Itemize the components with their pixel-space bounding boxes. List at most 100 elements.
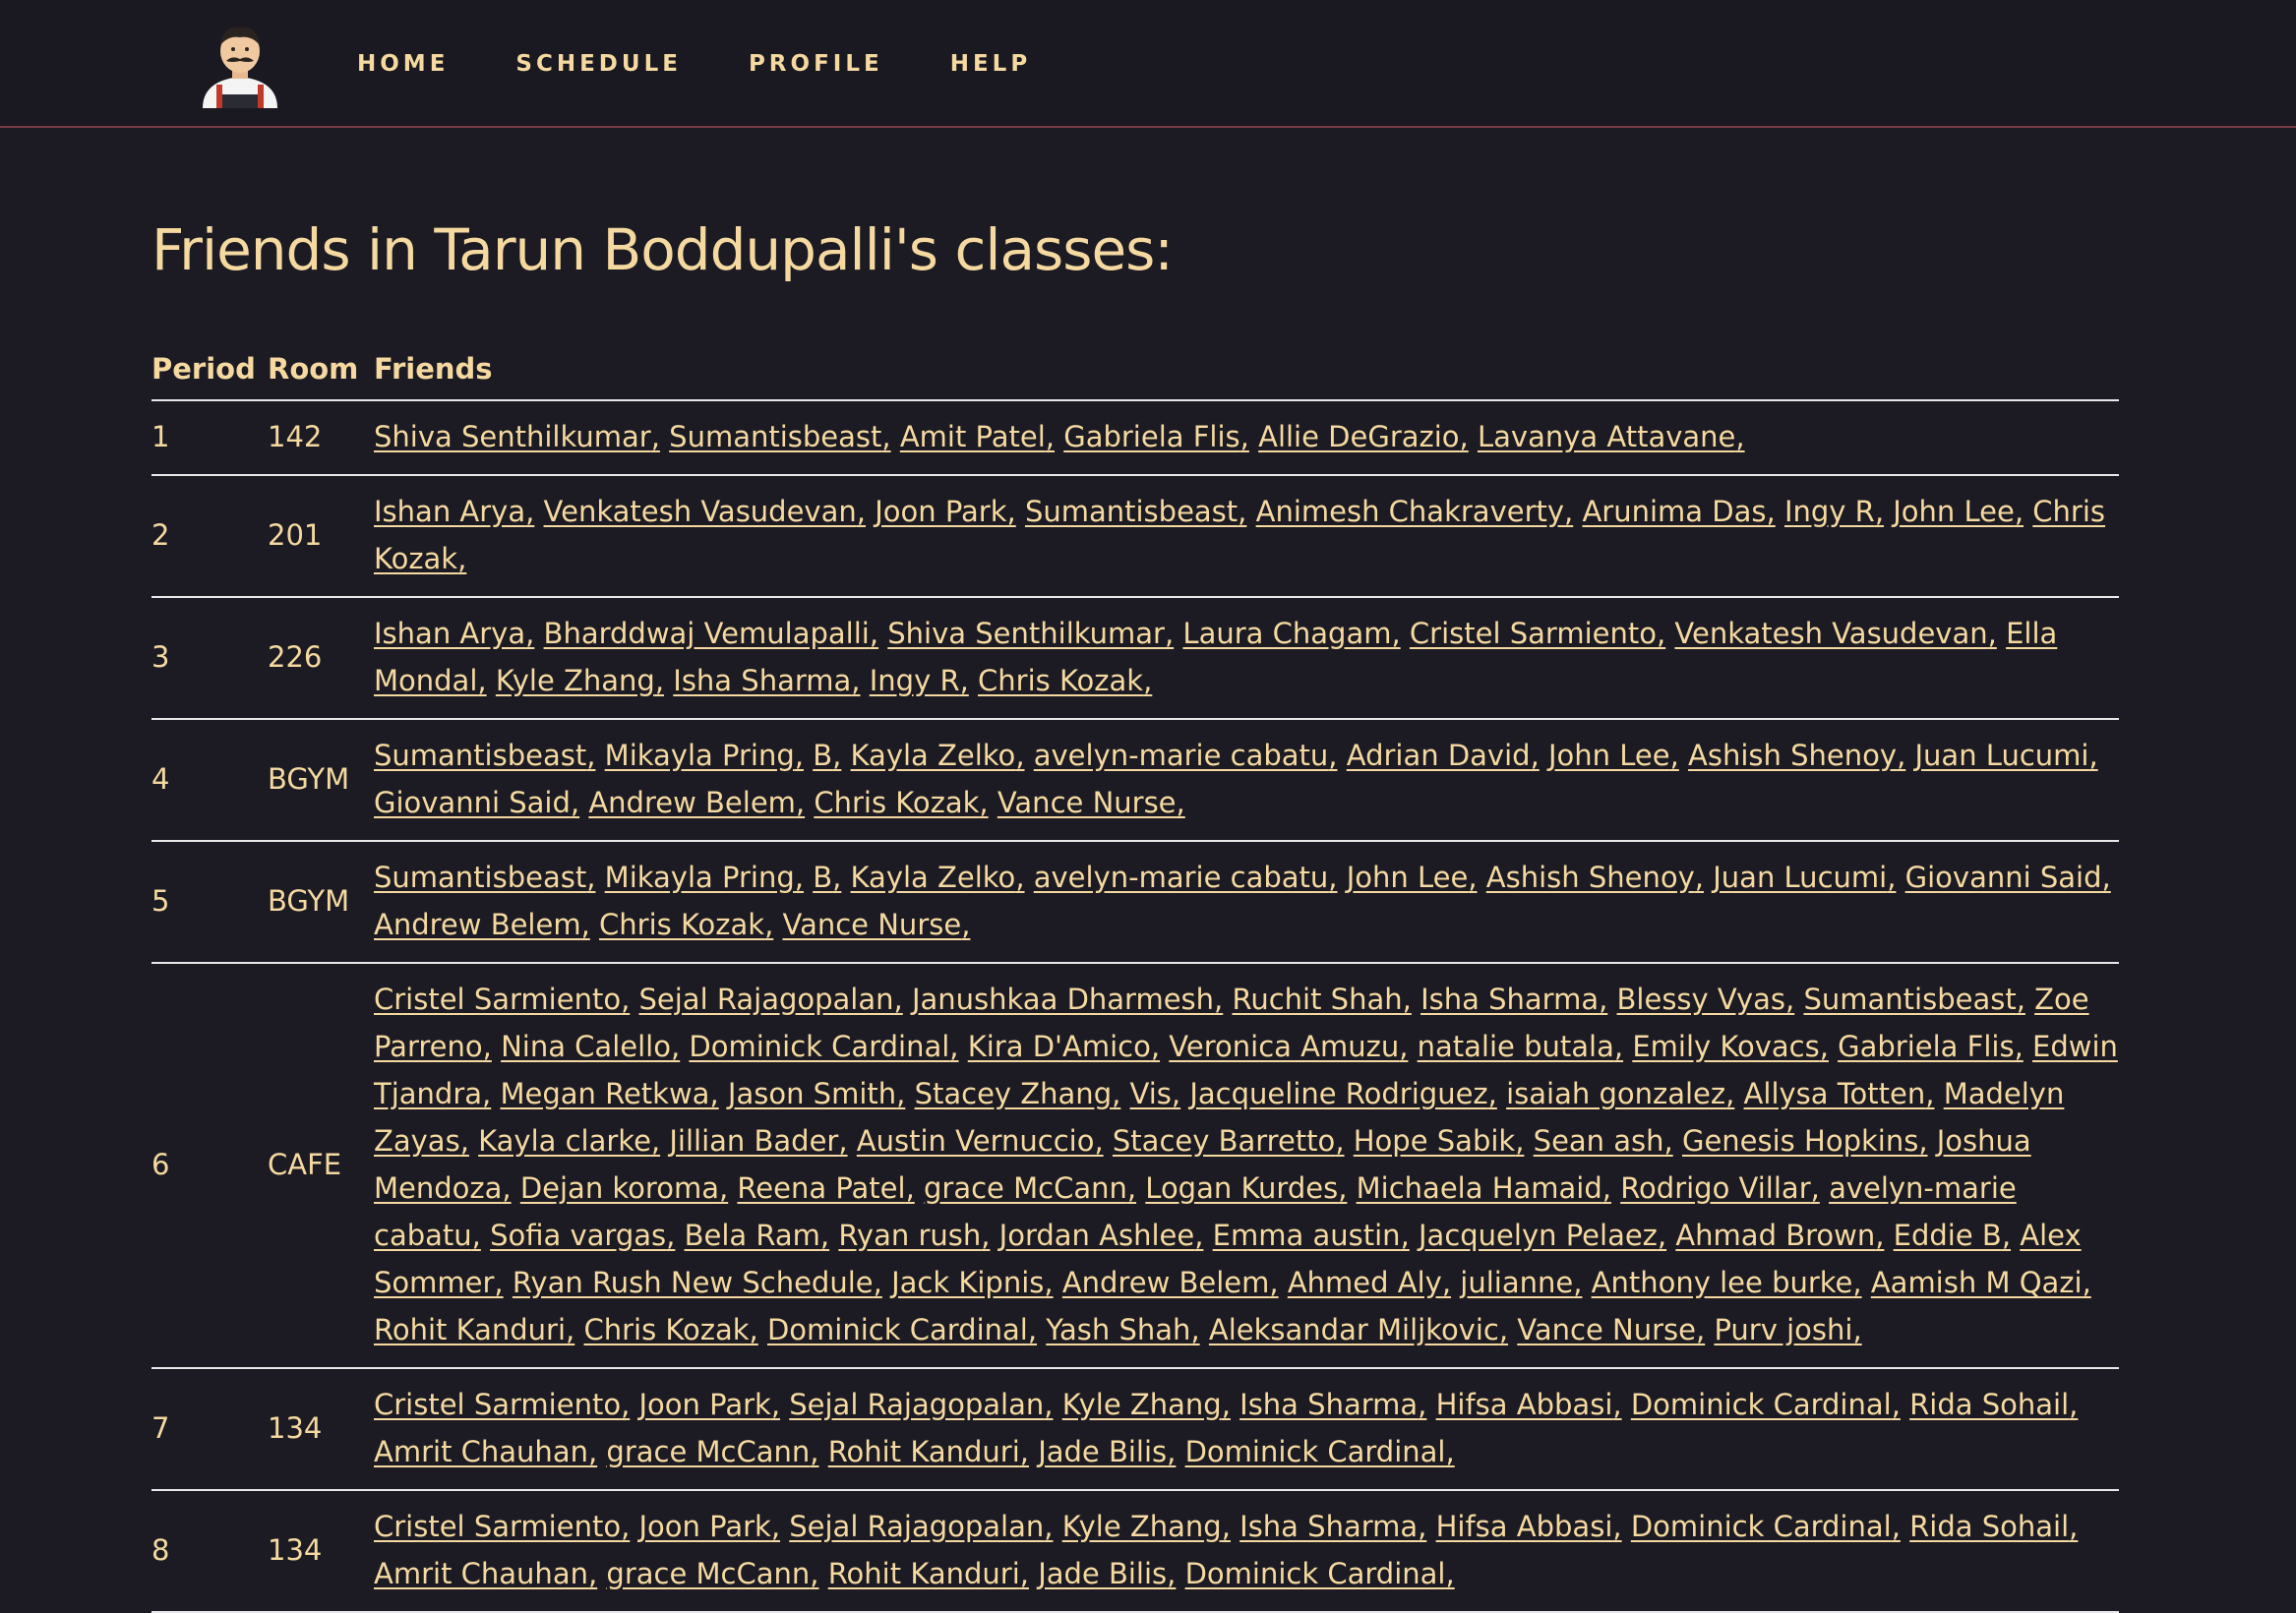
friend-link[interactable]: Hifsa Abbasi — [1436, 1388, 1613, 1421]
friend-link[interactable]: Ryan Rush New Schedule — [513, 1266, 874, 1299]
friend-link[interactable]: Rohit Kanduri — [828, 1435, 1020, 1468]
friend-link[interactable]: John Lee — [1893, 495, 2015, 528]
friend-link[interactable]: Sumantisbeast — [1025, 495, 1238, 528]
friend-link[interactable]: Mikayla Pring — [605, 739, 795, 772]
friend-link[interactable]: Jade Bilis — [1038, 1435, 1167, 1468]
friend-link[interactable]: julianne — [1460, 1266, 1573, 1299]
nav-help-link[interactable]: HELP — [950, 51, 1031, 77]
friend-link[interactable]: Cristel Sarmiento — [374, 1510, 621, 1543]
friend-link[interactable]: Kyle Zhang — [1062, 1388, 1222, 1421]
friend-link[interactable]: Giovanni Said — [1905, 861, 2102, 894]
friend-link[interactable]: Sumantisbeast — [1803, 983, 2016, 1016]
friend-link[interactable]: Rohit Kanduri — [828, 1557, 1020, 1590]
friend-link[interactable]: natalie butala — [1418, 1030, 1614, 1063]
friend-link[interactable]: Hope Sabik — [1354, 1124, 1515, 1158]
friend-link[interactable]: Animesh Chakraverty — [1256, 495, 1564, 528]
friend-link[interactable]: Andrew Belem — [1062, 1266, 1270, 1299]
friend-link[interactable]: Stacey Barretto — [1113, 1124, 1335, 1158]
friend-link[interactable]: Michaela Hamaid — [1357, 1171, 1602, 1205]
friend-link[interactable]: Stacey Zhang — [915, 1077, 1113, 1110]
friend-link[interactable]: Vance Nurse — [783, 908, 962, 941]
friend-link[interactable]: Vance Nurse — [997, 786, 1177, 819]
friend-link[interactable]: Isha Sharma — [673, 664, 851, 697]
friend-link[interactable]: Chris Kozak — [583, 1313, 749, 1346]
friend-link[interactable]: B — [813, 861, 832, 894]
friend-link[interactable]: Reena Patel — [737, 1171, 905, 1205]
friend-link[interactable]: B — [813, 739, 832, 772]
friend-link[interactable]: Kayla clarke — [478, 1124, 651, 1158]
friend-link[interactable]: Cristel Sarmiento — [374, 983, 621, 1016]
friend-link[interactable]: avelyn-marie cabatu — [1034, 861, 1329, 894]
friend-link[interactable]: Ashish Shenoy — [1688, 739, 1897, 772]
friend-link[interactable]: Shiva Senthilkumar — [374, 420, 651, 453]
friend-link[interactable]: Amrit Chauhan — [374, 1435, 588, 1468]
friend-link[interactable]: Gabriela Flis — [1838, 1030, 2014, 1063]
friend-link[interactable]: Aamish M Qazi — [1871, 1266, 2083, 1299]
friend-link[interactable]: Mikayla Pring — [605, 861, 795, 894]
friend-link[interactable]: Allysa Totten — [1744, 1077, 1926, 1110]
friend-link[interactable]: Juan Lucumi — [1915, 739, 2089, 772]
friend-link[interactable]: Dominick Cardinal — [1631, 1388, 1892, 1421]
friend-link[interactable]: Jacqueline Rodriguez — [1189, 1077, 1487, 1110]
friend-link[interactable]: Emily Kovacs — [1632, 1030, 1819, 1063]
friend-link[interactable]: Ishan Arya — [374, 617, 525, 650]
friend-link[interactable]: Ruchit Shah — [1232, 983, 1402, 1016]
friend-link[interactable]: John Lee — [1347, 861, 1469, 894]
friend-link[interactable]: isaiah gonzalez — [1506, 1077, 1725, 1110]
friend-link[interactable]: Ishan Arya — [374, 495, 525, 528]
friend-link[interactable]: Rodrigo Villar — [1620, 1171, 1810, 1205]
friend-link[interactable]: Genesis Hopkins — [1682, 1124, 1918, 1158]
friend-link[interactable]: Isha Sharma — [1239, 1388, 1418, 1421]
friend-link[interactable]: Ahmed Aly — [1288, 1266, 1442, 1299]
friend-link[interactable]: Dominick Cardinal — [1631, 1510, 1892, 1543]
friend-link[interactable]: Cristel Sarmiento — [374, 1388, 621, 1421]
friend-link[interactable]: Jade Bilis — [1038, 1557, 1167, 1590]
friend-link[interactable]: Jason Smith — [728, 1077, 896, 1110]
friend-link[interactable]: John Lee — [1548, 739, 1670, 772]
friend-link[interactable]: Laura Chagam — [1182, 617, 1391, 650]
friend-link[interactable]: Chris Kozak — [978, 664, 1143, 697]
friend-link[interactable]: Isha Sharma — [1420, 983, 1599, 1016]
chef-avatar-logo[interactable] — [193, 20, 287, 108]
friend-link[interactable]: Rohit Kanduri — [374, 1313, 566, 1346]
friend-link[interactable]: Sean ash — [1534, 1124, 1664, 1158]
friend-link[interactable]: Dominick Cardinal — [767, 1313, 1028, 1346]
friend-link[interactable]: Venkatesh Vasudevan — [544, 495, 857, 528]
friend-link[interactable]: Kyle Zhang — [496, 664, 655, 697]
friend-link[interactable]: Joon Park — [639, 1510, 771, 1543]
friend-link[interactable]: Ahmad Brown — [1675, 1219, 1875, 1252]
friend-link[interactable]: Jillian Bader — [669, 1124, 838, 1158]
friend-link[interactable]: Ryan rush — [838, 1219, 981, 1252]
friend-link[interactable]: Isha Sharma — [1239, 1510, 1418, 1543]
friend-link[interactable]: Purv joshi — [1714, 1313, 1852, 1346]
friend-link[interactable]: Logan Kurdes — [1145, 1171, 1338, 1205]
friend-link[interactable]: Nina Calello — [501, 1030, 671, 1063]
friend-link[interactable]: Dejan koroma — [520, 1171, 719, 1205]
friend-link[interactable]: Sumantisbeast — [374, 861, 586, 894]
friend-link[interactable]: Arunima Das — [1582, 495, 1766, 528]
friend-link[interactable]: grace McCann — [606, 1435, 810, 1468]
friend-link[interactable]: Jacquelyn Pelaez — [1419, 1219, 1658, 1252]
friend-link[interactable]: Bharddwaj Vemulapalli — [544, 617, 870, 650]
friend-link[interactable]: Yash Shah — [1046, 1313, 1190, 1346]
friend-link[interactable]: Kyle Zhang — [1062, 1510, 1222, 1543]
friend-link[interactable]: Anthony lee burke — [1592, 1266, 1853, 1299]
friend-link[interactable]: Hifsa Abbasi — [1436, 1510, 1613, 1543]
friend-link[interactable]: Allie DeGrazio — [1258, 420, 1459, 453]
friend-link[interactable]: grace McCann — [606, 1557, 810, 1590]
friend-link[interactable]: Eddie B — [1894, 1219, 2002, 1252]
friend-link[interactable]: Rida Sohail — [1909, 1388, 2069, 1421]
friend-link[interactable]: Shiva Senthilkumar — [887, 617, 1165, 650]
nav-schedule-link[interactable]: SCHEDULE — [515, 51, 682, 77]
friend-link[interactable]: Andrew Belem — [374, 908, 581, 941]
friend-link[interactable]: Kayla Zelko — [851, 739, 1016, 772]
friend-link[interactable]: Austin Vernuccio — [857, 1124, 1095, 1158]
friend-link[interactable]: Ingy R — [870, 664, 960, 697]
friend-link[interactable]: Ashish Shenoy — [1486, 861, 1695, 894]
friend-link[interactable]: Joon Park — [639, 1388, 771, 1421]
friend-link[interactable]: Dominick Cardinal — [1185, 1435, 1446, 1468]
friend-link[interactable]: Dominick Cardinal — [1185, 1557, 1446, 1590]
friend-link[interactable]: Kayla Zelko — [851, 861, 1016, 894]
nav-home-link[interactable]: HOME — [357, 51, 449, 77]
friend-link[interactable]: Kira D'Amico — [968, 1030, 1151, 1063]
